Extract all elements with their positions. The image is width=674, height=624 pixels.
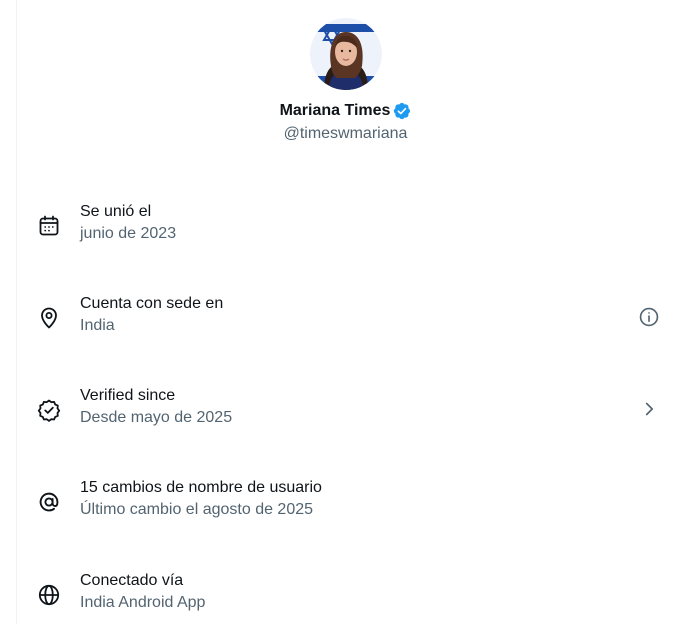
- row-value: India: [80, 317, 115, 334]
- name-row: Mariana Times: [17, 100, 674, 122]
- about-account-page: Mariana Times @timeswmariana Se unió el …: [0, 0, 674, 624]
- user-handle: @timeswmariana: [283, 125, 408, 142]
- row-value: India Android App: [80, 594, 206, 611]
- verified-since-row[interactable]: Verified since Desde mayo de 2025: [17, 385, 674, 437]
- connected-via-row: Conectado vía India Android App: [17, 570, 674, 622]
- row-label: Se unió el: [80, 203, 152, 220]
- calendar-icon: [37, 214, 61, 238]
- globe-icon: [37, 583, 61, 607]
- row-label: Verified since: [80, 387, 176, 404]
- verified-badge-icon: [393, 102, 411, 120]
- username-changes-row: 15 cambios de nombre de usuario Último c…: [17, 477, 674, 529]
- avatar[interactable]: [309, 18, 382, 90]
- row-value: Desde mayo de 2025: [80, 409, 233, 426]
- chevron-right-icon[interactable]: [638, 398, 660, 420]
- row-label: Conectado vía: [80, 572, 184, 589]
- joined-date-row: Se unió el junio de 2023: [17, 201, 674, 253]
- row-value: junio de 2023: [80, 225, 177, 242]
- row-label: 15 cambios de nombre de usuario: [80, 479, 322, 496]
- display-name: Mariana Times: [279, 102, 391, 119]
- row-label: Cuenta con sede en: [80, 295, 224, 312]
- account-location-row: Cuenta con sede en India: [17, 293, 674, 345]
- profile-header: Mariana Times @timeswmariana: [17, 18, 674, 143]
- info-icon[interactable]: [638, 306, 660, 328]
- verified-seal-icon: [37, 398, 61, 422]
- location-pin-icon: [37, 306, 61, 330]
- at-sign-icon: [37, 490, 61, 514]
- row-value: Último cambio el agosto de 2025: [80, 501, 314, 518]
